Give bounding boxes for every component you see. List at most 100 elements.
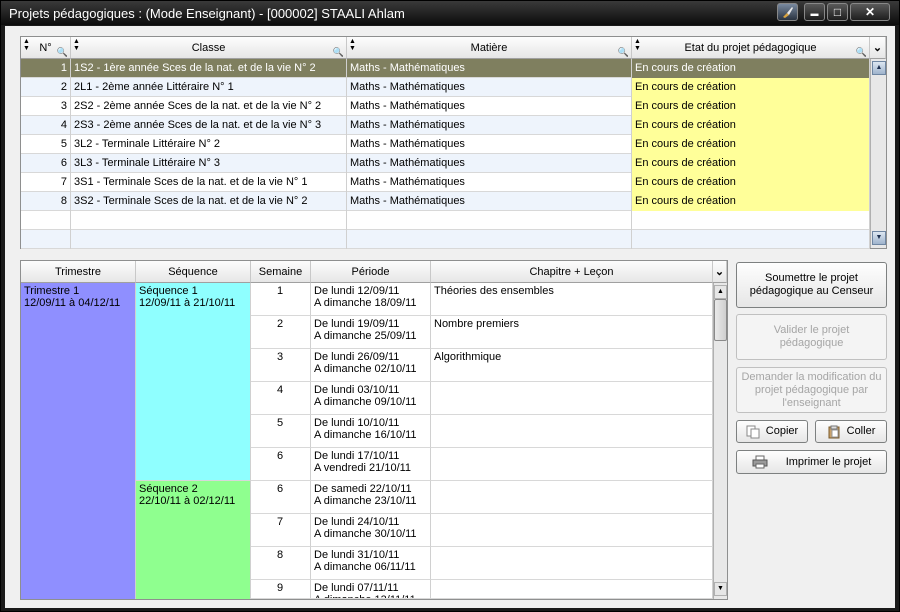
cell-num[interactable]: 1 (21, 59, 71, 78)
cell-semaine[interactable]: 9 (251, 580, 311, 599)
cell-chapitre[interactable] (431, 382, 713, 415)
cell-classe[interactable]: 3L3 - Terminale Littéraire N° 3 (71, 154, 347, 173)
trimestre-cell[interactable]: Trimestre 1 12/09/11 à 04/12/11 (21, 283, 136, 599)
table-row[interactable]: 2 2L1 - 2ème année Littéraire N° 1 Maths -… (21, 78, 870, 97)
cell-periode[interactable]: De lundi 17/10/11 A vendredi 21/10/11 (311, 448, 431, 481)
cell-semaine[interactable]: 6 (251, 481, 311, 514)
cell-chapitre[interactable]: Nombre premiers (431, 316, 713, 349)
cell-matiere[interactable]: Maths - Mathématiques (347, 135, 632, 154)
cell-chapitre[interactable] (431, 514, 713, 547)
expand-columns-icon[interactable]: ⌄ (870, 37, 886, 59)
cell-etat[interactable]: En cours de création (632, 135, 870, 154)
col-header-num[interactable]: ▲ ▼ N° 🔍 (21, 37, 71, 59)
cell-chapitre[interactable]: Théories des ensembles (431, 283, 713, 316)
request-modification-button[interactable]: Demander la modification du projet pédag… (736, 367, 887, 413)
cell-etat[interactable] (632, 230, 870, 249)
cell-chapitre[interactable] (431, 547, 713, 580)
cell-etat[interactable]: En cours de création (632, 192, 870, 211)
cell-semaine[interactable]: 7 (251, 514, 311, 547)
cell-periode[interactable]: De lundi 19/09/11 A dimanche 25/09/11 (311, 316, 431, 349)
cell-matiere[interactable]: Maths - Mathématiques (347, 116, 632, 135)
cell-num[interactable]: 5 (21, 135, 71, 154)
col-header-periode[interactable]: Période (311, 261, 431, 283)
search-key-icon[interactable]: 🔍 (333, 47, 344, 57)
cell-classe[interactable]: 2S2 - 2ème année Sces de la nat. et de l… (71, 97, 347, 116)
expand-columns-icon[interactable]: ⌄ (713, 261, 727, 283)
scroll-up-icon[interactable]: ▲ (872, 61, 886, 75)
table-row[interactable]: 4 2S3 - 2ème année Sces de la nat. et de … (21, 116, 870, 135)
cell-num[interactable] (21, 230, 71, 249)
cell-matiere[interactable]: Maths - Mathématiques (347, 192, 632, 211)
cell-periode[interactable]: De lundi 26/09/11 A dimanche 02/10/11 (311, 349, 431, 382)
cell-num[interactable]: 2 (21, 78, 71, 97)
print-project-button[interactable]: Imprimer le projet (736, 450, 887, 474)
cell-periode[interactable]: De lundi 07/11/11A dimanche 13/11/11 (311, 580, 431, 599)
table-row[interactable]: 8 3S2 - Terminale Sces de la nat. et de l… (21, 192, 870, 211)
cell-etat[interactable]: En cours de création (632, 97, 870, 116)
cell-chapitre[interactable] (431, 415, 713, 448)
cell-num[interactable]: 4 (21, 116, 71, 135)
cell-matiere[interactable]: Maths - Mathématiques (347, 154, 632, 173)
col-header-semaine[interactable]: Semaine (251, 261, 311, 283)
cell-classe[interactable]: 1S2 - 1ère année Sces de la nat. et de l… (71, 59, 347, 78)
cell-matiere[interactable]: Maths - Mathématiques (347, 173, 632, 192)
cell-num[interactable]: 6 (21, 154, 71, 173)
cell-etat[interactable]: En cours de création (632, 78, 870, 97)
cell-classe[interactable]: 3S1 - Terminale Sces de la nat. et de la… (71, 173, 347, 192)
cell-semaine[interactable]: 8 (251, 547, 311, 580)
col-header-sequence[interactable]: Séquence (136, 261, 251, 283)
copy-button[interactable]: Copier (736, 420, 808, 443)
cell-etat[interactable]: En cours de création (632, 154, 870, 173)
scroll-down-icon[interactable]: ▼ (714, 582, 727, 596)
cell-classe[interactable] (71, 211, 347, 230)
schedule-scrollbar[interactable]: ▲ ▼ (713, 283, 727, 599)
paste-button[interactable]: Coller (815, 420, 887, 443)
cell-chapitre[interactable] (431, 448, 713, 481)
title-bar[interactable]: Projets pédagogiques : (Mode Enseignant)… (1, 1, 899, 25)
cell-chapitre[interactable]: Algorithmique (431, 349, 713, 382)
cell-num[interactable]: 8 (21, 192, 71, 211)
cell-matiere[interactable]: Maths - Mathématiques (347, 78, 632, 97)
cell-periode[interactable]: De lundi 31/10/11 A dimanche 06/11/11 (311, 547, 431, 580)
cell-etat[interactable] (632, 211, 870, 230)
scroll-up-icon[interactable]: ▲ (714, 285, 727, 299)
table-row[interactable]: 6 3L3 - Terminale Littéraire N° 3 Maths - … (21, 154, 870, 173)
table-row[interactable]: 3 2S2 - 2ème année Sces de la nat. et de … (21, 97, 870, 116)
cell-classe[interactable]: 2L1 - 2ème année Littéraire N° 1 (71, 78, 347, 97)
search-key-icon[interactable]: 🔍 (618, 47, 629, 57)
cell-semaine[interactable]: 2 (251, 316, 311, 349)
cell-classe[interactable] (71, 230, 347, 249)
cell-matiere[interactable] (347, 211, 632, 230)
close-button[interactable]: ✕ (850, 3, 890, 21)
cell-num[interactable] (21, 211, 71, 230)
search-key-icon[interactable]: 🔍 (57, 47, 68, 57)
cell-chapitre[interactable] (431, 580, 713, 599)
cell-matiere[interactable]: Maths - Mathématiques (347, 59, 632, 78)
cell-semaine[interactable]: 6 (251, 448, 311, 481)
search-key-icon[interactable]: 🔍 (856, 47, 867, 57)
cell-classe[interactable]: 3L2 - Terminale Littéraire N° 2 (71, 135, 347, 154)
submit-to-censor-button[interactable]: Soumettre le projet pédagogique au Cense… (736, 262, 887, 308)
projects-table[interactable]: ▲ ▼ N° 🔍 ▲ ▼ Classe 🔍 ▲ ▼ Matière 🔍 ▲ ▼ Etat du pro… (20, 36, 887, 249)
cell-classe[interactable]: 3S2 - Terminale Sces de la nat. et de la… (71, 192, 347, 211)
cell-semaine[interactable]: 4 (251, 382, 311, 415)
col-header-matiere[interactable]: ▲ ▼ Matière 🔍 (347, 37, 632, 59)
schedule-table[interactable]: Trimestre Séquence Semaine Période Chapi… (20, 260, 728, 600)
sequence-cell[interactable]: Séquence 1 12/09/11 à 21/10/11 (136, 283, 251, 481)
cell-num[interactable]: 7 (21, 173, 71, 192)
cell-semaine[interactable]: 1 (251, 283, 311, 316)
table-row[interactable]: 1 1S2 - 1ère année Sces de la nat. et de … (21, 59, 870, 78)
projects-scrollbar[interactable]: ▲ ▼ (870, 59, 886, 248)
table-row[interactable] (21, 230, 870, 249)
cell-semaine[interactable]: 3 (251, 349, 311, 382)
table-row[interactable] (21, 211, 870, 230)
cell-matiere[interactable] (347, 230, 632, 249)
table-row[interactable]: 5 3L2 - Terminale Littéraire N° 2 Maths - … (21, 135, 870, 154)
cell-matiere[interactable]: Maths - Mathématiques (347, 97, 632, 116)
cell-etat[interactable]: En cours de création (632, 116, 870, 135)
cell-classe[interactable]: 2S3 - 2ème année Sces de la nat. et de l… (71, 116, 347, 135)
col-header-chapitre[interactable]: Chapitre + Leçon (431, 261, 713, 283)
cell-periode[interactable]: De lundi 10/10/11 A dimanche 16/10/11 (311, 415, 431, 448)
col-header-trimestre[interactable]: Trimestre (21, 261, 136, 283)
cell-etat[interactable]: En cours de création (632, 59, 870, 78)
